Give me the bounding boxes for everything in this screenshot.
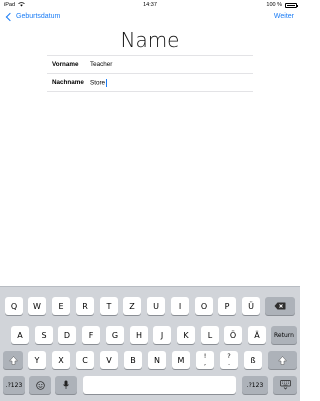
battery-icon — [285, 2, 298, 8]
key-z[interactable]: Z — [123, 297, 141, 315]
shift-icon — [8, 355, 18, 365]
keyboard-dismiss-icon — [279, 380, 291, 390]
key-x[interactable]: X — [52, 351, 70, 369]
key-e[interactable]: E — [52, 297, 70, 315]
key-exclam-comma[interactable]: ! , — [196, 351, 214, 369]
key-w[interactable]: W — [28, 297, 46, 315]
key-s[interactable]: S — [35, 326, 53, 344]
battery-percent: 100 % — [266, 2, 282, 8]
last-name-field[interactable]: Store — [90, 78, 253, 87]
first-name-row[interactable]: Vorname Teacher — [47, 55, 253, 73]
first-name-label: Vorname — [52, 61, 79, 68]
key-j[interactable]: J — [153, 326, 171, 344]
hide-keyboard-key[interactable] — [273, 376, 297, 394]
key-period-label: . — [227, 359, 231, 367]
backspace-icon — [274, 302, 286, 310]
emoji-icon — [35, 380, 45, 390]
back-button[interactable]: Geburtsdatum — [5, 12, 61, 21]
page-title: Name — [120, 28, 180, 52]
status-time: 14:37 — [143, 2, 157, 8]
status-battery: 100 % — [266, 2, 298, 8]
key-ae[interactable]: Ä — [248, 326, 266, 344]
return-key[interactable]: Return — [271, 326, 297, 344]
key-c[interactable]: C — [76, 351, 94, 369]
next-button[interactable]: Weiter — [274, 13, 294, 20]
key-q[interactable]: Q — [5, 297, 23, 315]
key-comma-label: , — [203, 359, 207, 367]
key-t[interactable]: T — [100, 297, 118, 315]
key-m[interactable]: M — [172, 351, 190, 369]
back-button-label: Geburtsdatum — [16, 13, 61, 20]
dictation-key[interactable] — [55, 376, 77, 394]
key-k[interactable]: K — [177, 326, 195, 344]
space-key[interactable] — [83, 376, 236, 394]
shift-key-left[interactable] — [3, 351, 23, 369]
shift-key-right[interactable] — [268, 351, 297, 369]
numbers-key-right[interactable]: .?123 — [242, 376, 268, 394]
key-question-period[interactable]: ? . — [220, 351, 238, 369]
key-y[interactable]: Y — [28, 351, 46, 369]
key-v[interactable]: V — [100, 351, 118, 369]
key-oe[interactable]: Ö — [224, 326, 242, 344]
numbers-key-left[interactable]: .?123 — [3, 376, 25, 394]
key-d[interactable]: D — [58, 326, 76, 344]
shift-icon — [278, 355, 287, 365]
key-n[interactable]: N — [148, 351, 166, 369]
key-f[interactable]: F — [82, 326, 100, 344]
microphone-icon — [63, 380, 69, 389]
key-o[interactable]: O — [195, 297, 213, 315]
key-u[interactable]: U — [147, 297, 165, 315]
key-g[interactable]: G — [106, 326, 124, 344]
key-b[interactable]: B — [124, 351, 142, 369]
chevron-left-icon — [5, 12, 15, 21]
last-name-value: Store — [90, 79, 106, 87]
first-name-field[interactable]: Teacher — [90, 61, 253, 68]
key-sz[interactable]: ß — [244, 351, 262, 369]
key-a[interactable]: A — [11, 326, 29, 344]
key-ue[interactable]: Ü — [242, 297, 260, 315]
last-name-row[interactable]: Nachname Store — [47, 73, 253, 92]
emoji-key[interactable] — [29, 376, 51, 394]
backspace-key[interactable] — [265, 297, 295, 315]
key-p[interactable]: P — [218, 297, 236, 315]
key-h[interactable]: H — [130, 326, 148, 344]
battery-fill — [287, 4, 295, 6]
key-r[interactable]: R — [76, 297, 94, 315]
status-bar: iPad 14:37 100 % — [0, 0, 300, 10]
key-i[interactable]: I — [171, 297, 189, 315]
text-cursor — [105, 78, 107, 87]
on-screen-keyboard: Q W E R T Z U I O P Ü A S D F G H J K L … — [0, 286, 300, 401]
name-form: Vorname Teacher Nachname Store — [47, 55, 253, 92]
last-name-label: Nachname — [52, 79, 84, 86]
key-l[interactable]: L — [201, 326, 219, 344]
